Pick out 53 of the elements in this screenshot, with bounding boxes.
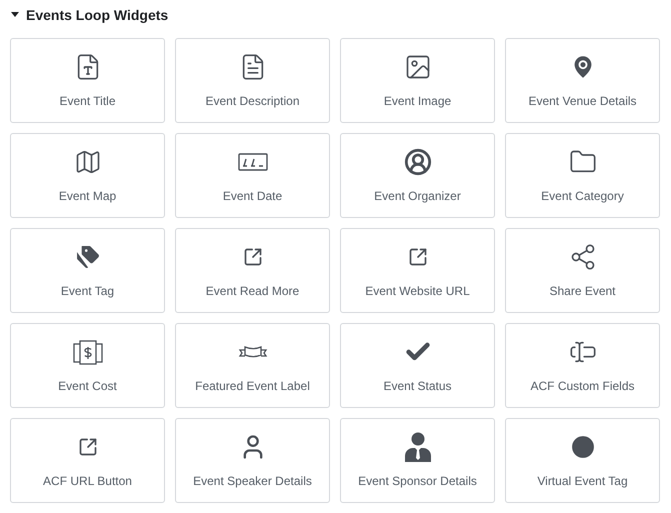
user-circle-icon bbox=[404, 148, 432, 176]
widget-label: ACF Custom Fields bbox=[530, 378, 635, 395]
widget-card[interactable]: Event Read More bbox=[175, 228, 330, 313]
widget-card[interactable]: Virtual Event Tag bbox=[505, 418, 660, 503]
widget-card[interactable]: Event Status bbox=[340, 323, 495, 408]
widget-label: Event Map bbox=[58, 188, 116, 205]
widget-label: Event Date bbox=[222, 188, 282, 205]
widget-label: Event Speaker Details bbox=[193, 473, 312, 490]
widget-card[interactable]: Event Date bbox=[175, 133, 330, 218]
widget-label: Event Image bbox=[384, 93, 452, 110]
map-icon bbox=[74, 148, 102, 176]
section-title: Events Loop Widgets bbox=[26, 6, 168, 25]
caret-icon[interactable] bbox=[11, 12, 19, 18]
widget-card[interactable]: Event Organizer bbox=[340, 133, 495, 218]
widget-card[interactable]: Featured Event Label bbox=[175, 323, 330, 408]
widget-label: Featured Event Label bbox=[195, 378, 310, 395]
share-icon bbox=[568, 243, 596, 271]
widget-card[interactable]: ACF Custom Fields bbox=[505, 323, 660, 408]
widget-label: Event Read More bbox=[206, 283, 300, 300]
widget-card[interactable]: ACF URL Button bbox=[10, 418, 165, 503]
widget-card[interactable]: Event Venue Details bbox=[505, 38, 660, 123]
external-link-icon bbox=[78, 437, 98, 457]
widget-label: Event Title bbox=[59, 93, 116, 110]
money-icon bbox=[72, 339, 102, 365]
widget-label: Event Organizer bbox=[374, 188, 461, 205]
widget-label: Event Venue Details bbox=[528, 93, 637, 110]
external-link-icon bbox=[242, 247, 262, 267]
widget-card[interactable]: Event Cost bbox=[10, 323, 165, 408]
widget-card[interactable]: Event Description bbox=[175, 38, 330, 123]
widget-card[interactable]: Event Tag bbox=[10, 228, 165, 313]
widget-label: Event Website URL bbox=[365, 283, 470, 300]
widget-label: Event Sponsor Details bbox=[358, 473, 477, 490]
banner-icon bbox=[238, 344, 268, 360]
widget-label: Event Tag bbox=[60, 283, 114, 300]
widget-label: Virtual Event Tag bbox=[537, 473, 628, 490]
widget-label: Share Event bbox=[549, 283, 616, 300]
widget-label: ACF URL Button bbox=[43, 473, 132, 490]
widget-label: Event Status bbox=[383, 378, 452, 395]
widget-card[interactable]: Event Speaker Details bbox=[175, 418, 330, 503]
widget-card[interactable]: Event Category bbox=[505, 133, 660, 218]
external-link-icon bbox=[408, 247, 428, 267]
widget-card[interactable]: Share Event bbox=[505, 228, 660, 313]
widget-card[interactable]: Event Map bbox=[10, 133, 165, 218]
widget-card[interactable]: Event Website URL bbox=[340, 228, 495, 313]
person-with-tie-icon bbox=[404, 432, 432, 462]
widget-card[interactable]: Event Title bbox=[10, 38, 165, 123]
widget-card[interactable]: Event Image bbox=[340, 38, 495, 123]
image-icon bbox=[404, 53, 432, 81]
widget-label: Event Cost bbox=[58, 378, 117, 395]
widget-label: Event Category bbox=[541, 188, 624, 205]
widget-label: Event Description bbox=[205, 93, 300, 110]
widget-card[interactable]: Event Sponsor Details bbox=[340, 418, 495, 503]
date-field-icon bbox=[238, 152, 268, 172]
